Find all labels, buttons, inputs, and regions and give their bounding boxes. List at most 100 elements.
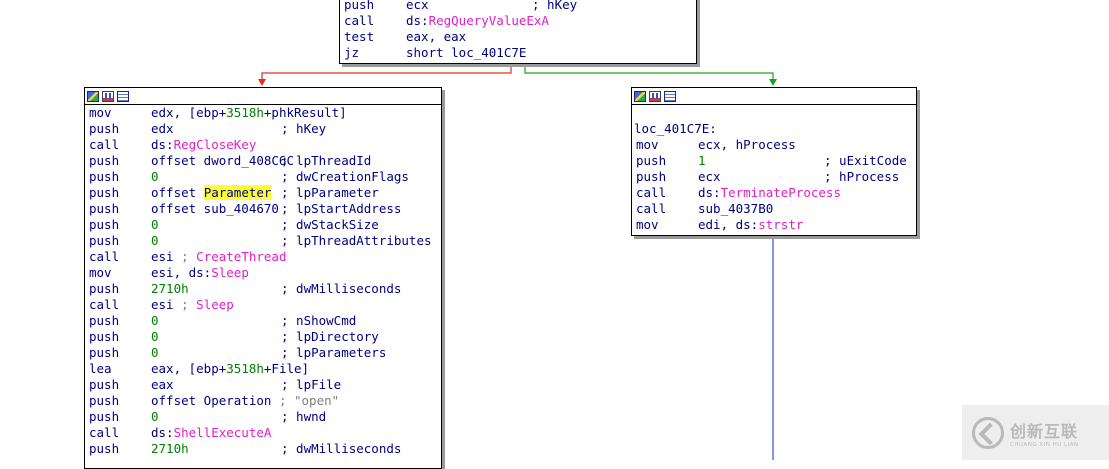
mnemonic: push xyxy=(636,153,667,168)
operands: eax, eax xyxy=(406,29,466,45)
asm-line[interactable]: mov ecx, hProcess xyxy=(634,137,914,153)
comment: ; lpDirectory xyxy=(281,329,379,344)
api-name: Sleep xyxy=(211,265,249,280)
asm-line[interactable]: push offset dword_408C6C; lpThreadId xyxy=(87,153,439,169)
asm-line[interactable]: call esi ; Sleep xyxy=(87,297,439,313)
operand-token: eax, eax xyxy=(406,29,467,44)
operands: sub_4037B0 xyxy=(698,201,773,217)
operand-token: +File] xyxy=(263,361,310,376)
block-toolbar xyxy=(632,88,916,105)
location-label[interactable]: loc_401C7E: xyxy=(632,121,916,137)
operand-token: 2710h xyxy=(151,441,189,456)
operands: short loc_401C7E xyxy=(406,45,526,61)
operands: edx, [ebp+3518h+phkResult] xyxy=(151,105,347,121)
asm-line[interactable]: lea eax, [ebp+3518h+File] xyxy=(87,361,439,377)
asm-line[interactable]: push offset sub_404670; lpStartAddress xyxy=(87,201,439,217)
operands: offset Operation ; "open" xyxy=(151,393,339,409)
comment: ; dwStackSize xyxy=(281,217,379,232)
asm-line[interactable]: jz short loc_401C7E xyxy=(342,45,694,61)
operand-token: 0 xyxy=(151,217,159,232)
asm-line[interactable]: push eax ; lpFile xyxy=(87,377,439,393)
asm-line[interactable]: push 2710h ; dwMilliseconds xyxy=(87,281,439,297)
operands: offset dword_408C6C xyxy=(151,153,294,169)
mnemonic: push xyxy=(344,0,375,12)
asm-line[interactable]: call ds:TerminateProcess xyxy=(634,185,914,201)
operand-token: 3518h xyxy=(226,361,264,376)
asm-line[interactable]: mov edx, [ebp+3518h+phkResult] xyxy=(87,105,439,121)
chart-icon[interactable] xyxy=(102,90,114,102)
mnemonic: mov xyxy=(636,217,659,232)
comment: ; hKey xyxy=(281,121,327,136)
operands: 2710h xyxy=(151,281,189,297)
mnemonic: push xyxy=(89,217,120,232)
asm-line[interactable]: push offset Parameter ; lpParameter xyxy=(87,185,439,201)
operands: ds:ShellExecuteA xyxy=(151,425,271,441)
api-name: RegCloseKey xyxy=(173,137,257,152)
asm-line[interactable]: mov edi, ds:strstr xyxy=(634,217,914,233)
mnemonic: push xyxy=(89,441,120,456)
chart-icon[interactable] xyxy=(649,90,661,102)
graph-overview-icon[interactable] xyxy=(634,90,646,102)
asm-line[interactable]: push 0 ; nShowCmd xyxy=(87,313,439,329)
asm-line[interactable]: push 0 ; dwStackSize xyxy=(87,217,439,233)
text-view-icon[interactable] xyxy=(117,90,129,102)
operands: offset Parameter xyxy=(151,185,272,201)
block-toolbar xyxy=(85,88,441,105)
left-block-code: mov edx, [ebp+3518h+phkResult] push edx; hK… xyxy=(85,105,441,457)
asm-line[interactable]: push ecx ; hKey xyxy=(342,0,694,13)
asm-line[interactable]: call esi ; CreateThread xyxy=(87,249,439,265)
operands: ds:TerminateProcess xyxy=(698,185,841,201)
operands: 2710h xyxy=(151,441,189,457)
asm-line[interactable]: mov esi, ds:Sleep xyxy=(87,265,439,281)
asm-line[interactable]: push ecx ; hProcess xyxy=(634,169,914,185)
mnemonic: call xyxy=(89,297,120,312)
mnemonic: push xyxy=(89,329,120,344)
asm-line[interactable]: push 0 ; lpParameters xyxy=(87,345,439,361)
asm-line[interactable]: push edx ; hKey xyxy=(87,121,439,137)
ida-graph-view[interactable]: push ecx ; hKey call ds:RegQueryValueExA test… xyxy=(0,0,1109,469)
code-block-right[interactable]: loc_401C7E: mov ecx, hProcess push 1 ; uExit… xyxy=(631,87,917,236)
operands: 1 xyxy=(698,153,706,169)
asm-line[interactable]: push 0 ; hwnd xyxy=(87,409,439,425)
operand-token: ecx, hProcess xyxy=(698,137,796,152)
asm-line[interactable]: call ds:RegQueryValueExA xyxy=(342,13,694,29)
text-view-icon[interactable] xyxy=(664,90,676,102)
asm-line[interactable]: push 1 ; uExitCode xyxy=(634,153,914,169)
operands: ds:RegCloseKey xyxy=(151,137,256,153)
top-block-code: push ecx; hKey call ds:RegQueryValueExA test… xyxy=(340,0,696,61)
operands: 0 xyxy=(151,233,159,249)
highlighted-symbol[interactable]: Parameter xyxy=(203,185,272,200)
comment: ; hProcess xyxy=(824,169,900,184)
watermark-text: 创新互联 CHUANG XIN HU LIAN xyxy=(1010,421,1079,448)
asm-line[interactable]: push 0 ; dwCreationFlags xyxy=(87,169,439,185)
operand-token: short loc_401C7E xyxy=(406,45,527,60)
asm-line[interactable]: test eax, eax xyxy=(342,29,694,45)
asm-line[interactable]: push 2710h ; dwMilliseconds xyxy=(87,441,439,457)
comment: ; uExitCode xyxy=(824,153,907,168)
asm-line[interactable]: push 0 ; lpThreadAttributes xyxy=(87,233,439,249)
operand-token: offset Operation xyxy=(151,393,279,408)
asm-line[interactable]: push offset Operation ; "open" xyxy=(87,393,439,409)
asm-line[interactable]: call sub_4037B0 xyxy=(634,201,914,217)
operands: eax xyxy=(151,377,174,393)
asm-line[interactable]: call ds:ShellExecuteA xyxy=(87,425,439,441)
operands: 0 xyxy=(151,217,159,233)
operand-token: ecx xyxy=(698,169,721,184)
mnemonic: mov xyxy=(89,265,112,280)
mnemonic: test xyxy=(344,29,375,44)
asm-line[interactable]: push 0 ; lpDirectory xyxy=(87,329,439,345)
mnemonic: call xyxy=(636,185,667,200)
mnemonic: mov xyxy=(89,105,112,120)
asm-line[interactable]: call ds:RegCloseKey xyxy=(87,137,439,153)
operand-token: 0 xyxy=(151,345,159,360)
operand-token: ecx xyxy=(406,0,429,12)
mnemonic: call xyxy=(89,425,120,440)
operand-token: sub_4037B0 xyxy=(698,201,774,216)
operand-token: ds: xyxy=(406,13,429,28)
operands: ecx, hProcess xyxy=(698,137,796,153)
code-block-top[interactable]: push ecx; hKey call ds:RegQueryValueExA test… xyxy=(339,0,697,64)
comment: ; lpThreadId xyxy=(281,153,372,168)
graph-overview-icon[interactable] xyxy=(87,90,99,102)
code-block-left[interactable]: mov edx, [ebp+3518h+phkResult] push edx; hK… xyxy=(84,87,442,469)
